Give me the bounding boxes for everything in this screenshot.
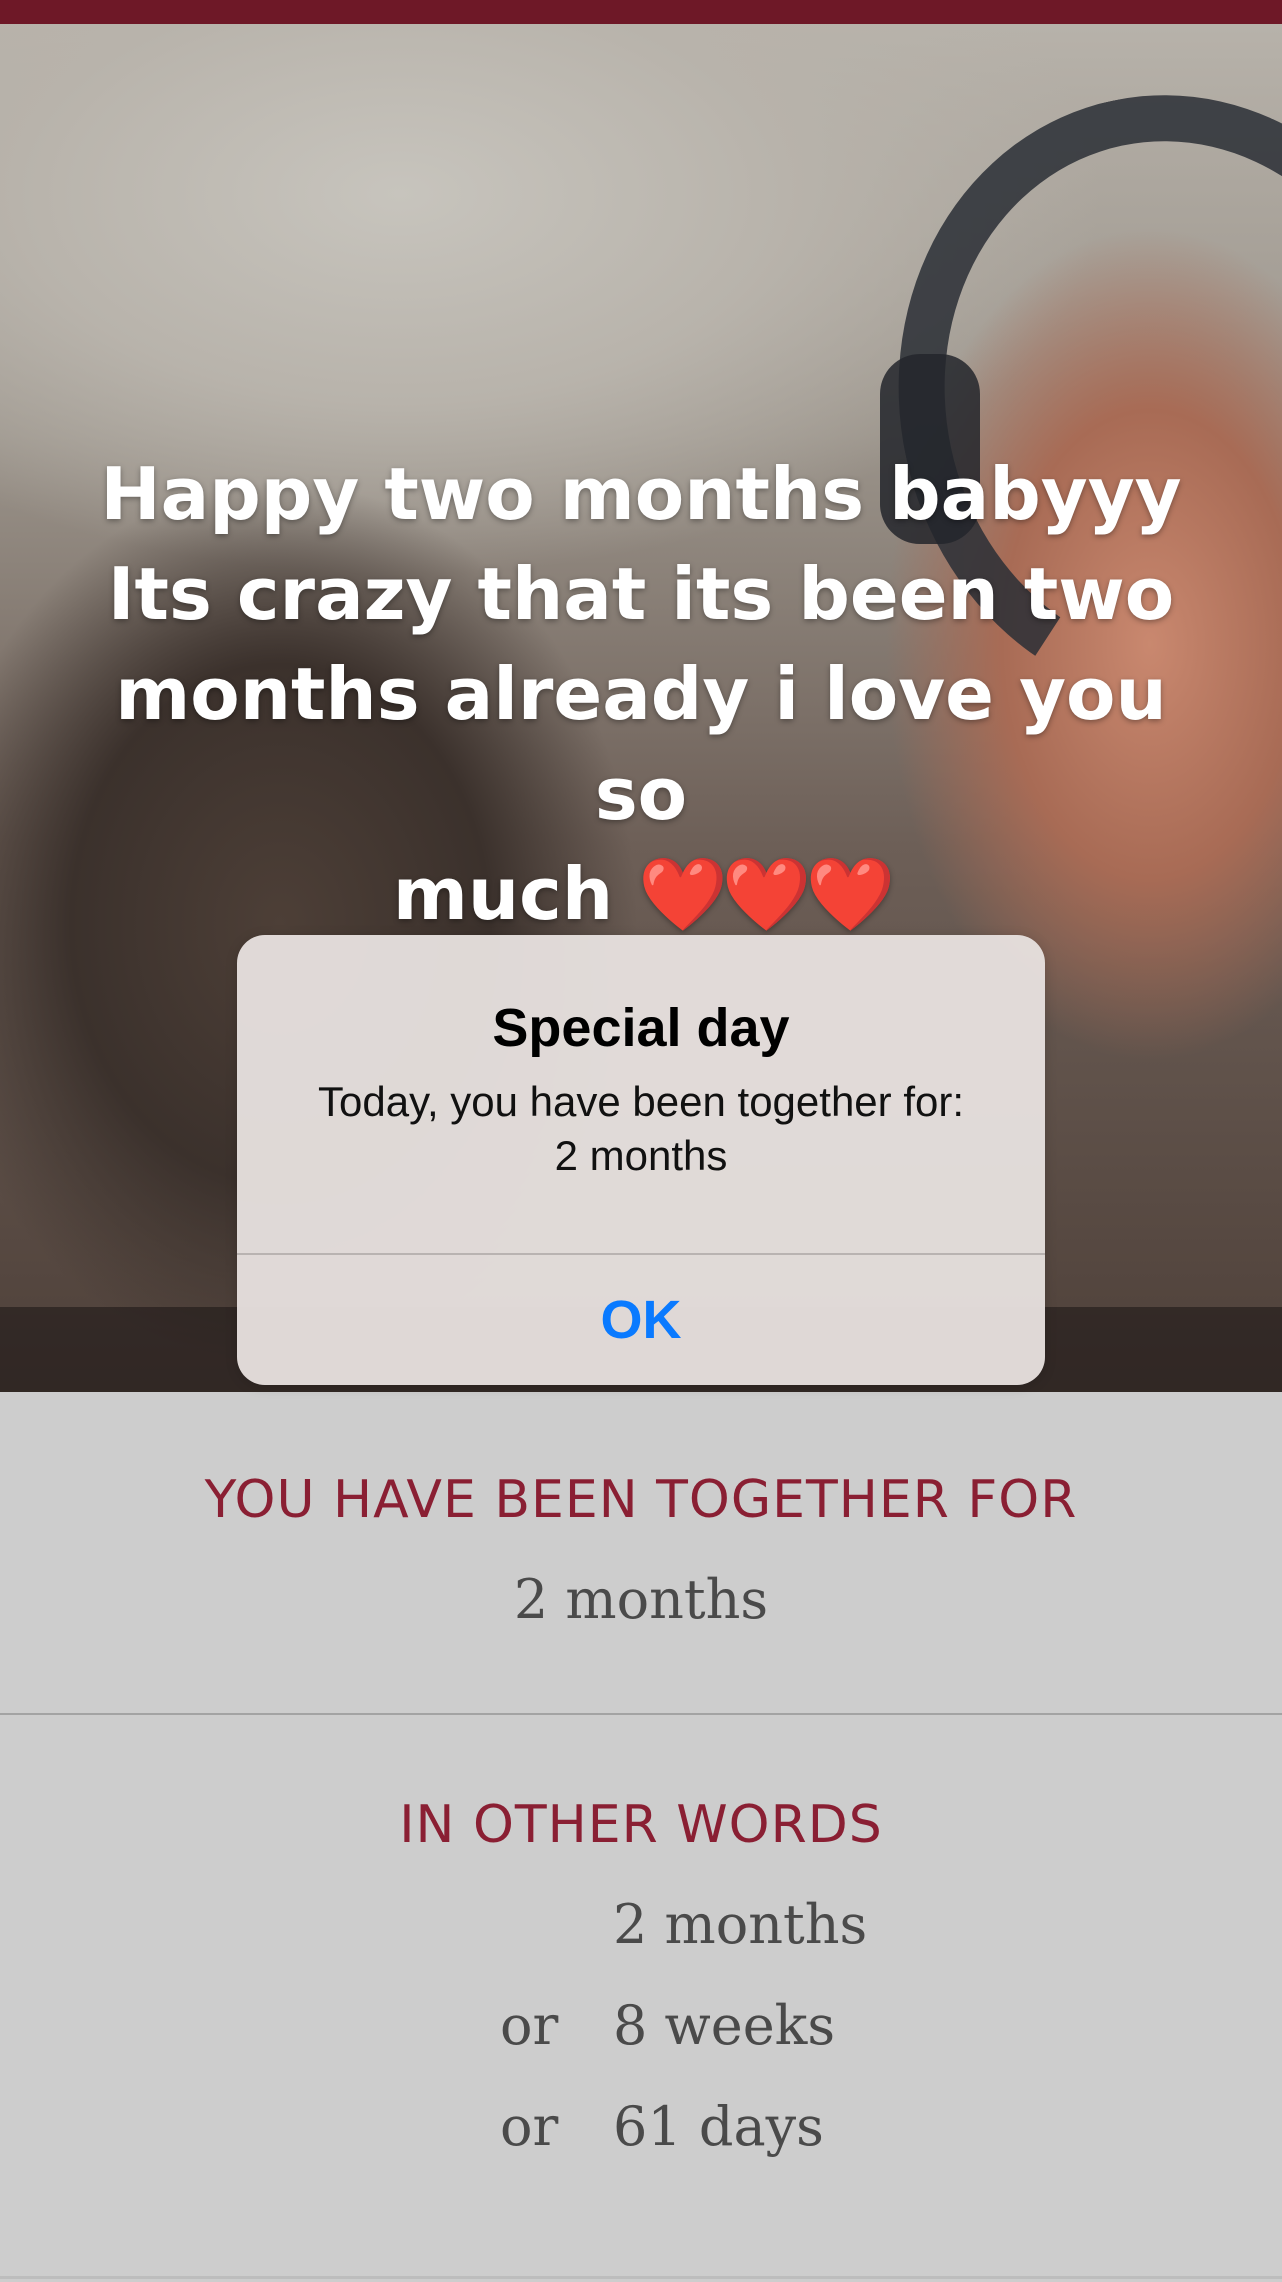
row-value: 2 months: [613, 1893, 868, 1956]
photo-caption: Happy two months babyyy Its crazy that i…: [60, 444, 1222, 944]
special-day-alert: Special day Today, you have been togethe…: [237, 935, 1045, 1385]
together-value: 2 months: [513, 1568, 769, 1631]
row-prefix: or: [500, 1994, 559, 2057]
section-divider: [0, 1713, 1282, 1715]
top-bar: [0, 0, 1282, 24]
row-value: 8 weeks: [613, 1994, 836, 2057]
row-value: 61 days: [613, 2095, 824, 2158]
alert-title: Special day: [492, 998, 790, 1058]
alert-message: Today, you have been together for:: [318, 1078, 964, 1125]
caption-line: Happy two months babyyy: [100, 452, 1182, 536]
row-prefix: or: [500, 2095, 559, 2158]
caption-line-last: much ❤️❤️❤️: [60, 844, 1222, 944]
caption-line-text: much: [392, 852, 614, 936]
alert-message-block: Today, you have been together for: 2 mon…: [237, 1075, 1045, 1183]
other-words-heading: IN OTHER WORDS: [399, 1795, 883, 1855]
together-heading: YOU HAVE BEEN TOGETHER FOR: [204, 1470, 1078, 1530]
alert-value: 2 months: [554, 1132, 728, 1179]
caption-line: Its crazy that its been two: [107, 552, 1175, 636]
caption-line: months already i love you so: [115, 652, 1167, 836]
hearts-emoji: ❤️❤️❤️: [638, 852, 895, 936]
ok-button[interactable]: OK: [237, 1255, 1045, 1385]
bottom-divider: [0, 2276, 1282, 2279]
